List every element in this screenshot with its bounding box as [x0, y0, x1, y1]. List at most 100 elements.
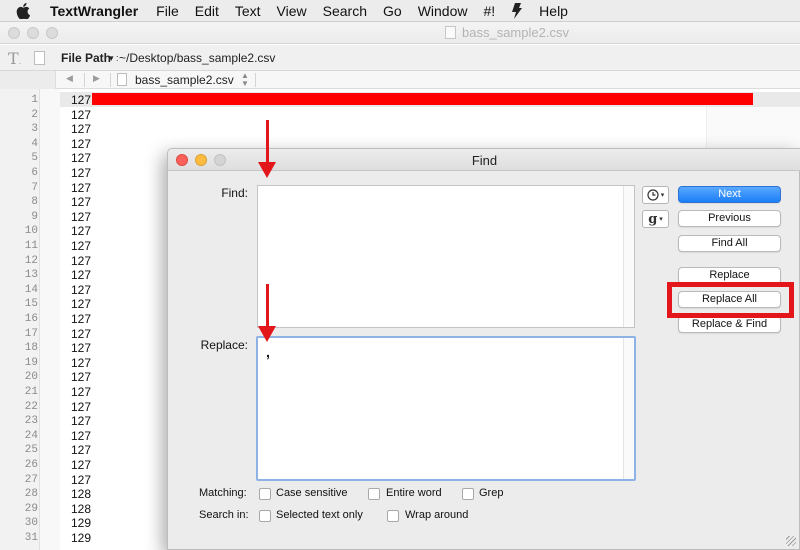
annotation-arrow-find — [266, 120, 269, 164]
annotation-highlight-bar — [92, 93, 753, 105]
menu-bar: TextWrangler File Edit Text View Search … — [0, 0, 800, 22]
line-number: 16 — [24, 313, 38, 325]
dropdown-caret-icon: ▾ — [660, 192, 665, 199]
code-line: 127 — [71, 282, 92, 297]
line-number: 5 — [31, 152, 38, 165]
line-number: 13 — [24, 269, 38, 282]
back-arrow-icon[interactable]: ◀ — [66, 73, 73, 84]
next-button[interactable]: Next — [678, 186, 781, 203]
line-number: 8 — [31, 196, 38, 209]
code-line: 127 — [71, 399, 92, 414]
code-line: 127 — [71, 458, 92, 472]
previous-button[interactable]: Previous — [678, 210, 781, 227]
scripts-menu-icon[interactable] — [503, 2, 531, 19]
window-minimize-button[interactable] — [27, 27, 39, 39]
code-line: 127 — [71, 151, 92, 166]
window-title-bar: bass_sample2.csv — [0, 22, 800, 44]
grep-checkbox[interactable] — [462, 488, 474, 500]
find-dialog: Find Find: Replace: , ▾ g ▾ Next Previous… — [167, 148, 800, 550]
entire-word-label[interactable]: Entire word — [386, 487, 442, 499]
menu-go[interactable]: Go — [375, 0, 410, 22]
grep-patterns-button[interactable]: g ▾ — [642, 210, 669, 228]
line-number: 17 — [24, 327, 38, 340]
line-number: 15 — [24, 298, 38, 311]
code-line: 127 — [71, 209, 92, 224]
annotation-arrowhead-replace — [258, 326, 276, 342]
menu-window[interactable]: Window — [410, 0, 476, 22]
clock-icon — [647, 189, 659, 201]
line-number: 25 — [24, 444, 38, 457]
menu-file[interactable]: File — [148, 0, 187, 22]
menu-text[interactable]: Text — [227, 0, 269, 22]
document-popup-icon[interactable]: ▲ ▼ — [241, 72, 249, 88]
app-menu[interactable]: TextWrangler — [46, 0, 148, 22]
replace-input-scrollbar[interactable] — [623, 338, 634, 479]
window-zoom-button[interactable] — [46, 27, 58, 39]
code-line: 127 — [71, 428, 92, 443]
document-icon[interactable] — [34, 51, 45, 65]
selected-text-only-label[interactable]: Selected text only — [276, 509, 363, 521]
line-number: 26 — [24, 459, 38, 471]
wrap-around-label[interactable]: Wrap around — [405, 509, 468, 521]
annotation-arrow-replace — [266, 284, 269, 328]
forward-arrow-icon[interactable]: ▶ — [93, 73, 100, 84]
code-line: 127 — [71, 385, 92, 399]
wrap-around-checkbox[interactable] — [387, 510, 399, 522]
line-number: 4 — [31, 137, 38, 150]
menu-search[interactable]: Search — [315, 0, 375, 22]
code-line: 127 — [71, 341, 92, 356]
divider — [255, 73, 256, 87]
find-input[interactable] — [257, 185, 635, 328]
code-line: 127 — [71, 268, 92, 283]
code-line: 128 — [71, 487, 92, 502]
menu-help[interactable]: Help — [531, 0, 576, 22]
line-number: 21 — [24, 386, 38, 398]
code-line: 127 — [71, 166, 92, 180]
file-path-popup-caret[interactable]: ▾ : — [109, 53, 119, 64]
code-line: 127 — [71, 443, 92, 458]
line-number: 2 — [31, 108, 38, 121]
find-input-scrollbar[interactable] — [623, 186, 634, 327]
code-line: 127 — [71, 136, 92, 151]
code-line: 127 — [71, 312, 92, 326]
annotation-box-replace-all — [667, 282, 794, 318]
entire-word-checkbox[interactable] — [368, 488, 380, 500]
replace-label: Replace: — [200, 338, 248, 352]
text-options-icon[interactable]: T. — [8, 49, 21, 68]
apple-menu-icon[interactable] — [0, 0, 46, 22]
case-sensitive-checkbox[interactable] — [259, 488, 271, 500]
line-number: 14 — [24, 283, 38, 296]
file-path-label[interactable]: File Path — [61, 51, 111, 65]
document-tab-name[interactable]: bass_sample2.csv — [135, 73, 234, 87]
line-number: 23 — [24, 415, 38, 428]
code-line: 129 — [71, 516, 92, 531]
path-bar: T. File Path ▾ : ~/Desktop/bass_sample2.… — [0, 45, 800, 71]
code-line: 127 — [71, 224, 92, 239]
find-history-button[interactable]: ▾ — [642, 186, 669, 204]
find-all-button[interactable]: Find All — [678, 235, 781, 252]
code-line: 127 — [71, 355, 92, 370]
replace-and-find-button[interactable]: Replace & Find — [678, 316, 781, 333]
window-title: bass_sample2.csv — [462, 25, 569, 40]
find-label: Find: — [221, 186, 248, 200]
menu-view[interactable]: View — [269, 0, 315, 22]
grep-label[interactable]: Grep — [479, 487, 503, 499]
file-path-value: ~/Desktop/bass_sample2.csv — [119, 51, 276, 65]
fold-gutter — [40, 89, 60, 550]
menu-shebang[interactable]: #! — [475, 0, 503, 22]
case-sensitive-label[interactable]: Case sensitive — [276, 487, 348, 499]
matching-label: Matching: — [199, 487, 247, 499]
line-number: 7 — [31, 181, 38, 194]
resize-grip-icon[interactable] — [786, 536, 796, 546]
replace-input[interactable]: , — [256, 336, 636, 481]
code-line: 128 — [71, 501, 92, 516]
line-number: 30 — [24, 517, 38, 530]
code-line: 127 — [71, 239, 92, 253]
navigation-bar: ◀ ▶ bass_sample2.csv ▲ ▼ — [0, 71, 800, 89]
code-line: 127 — [71, 414, 92, 429]
selected-text-only-checkbox[interactable] — [259, 510, 271, 522]
line-number: 22 — [24, 400, 38, 413]
window-close-button[interactable] — [8, 27, 20, 39]
menu-edit[interactable]: Edit — [187, 0, 227, 22]
line-number: 9 — [31, 210, 38, 223]
